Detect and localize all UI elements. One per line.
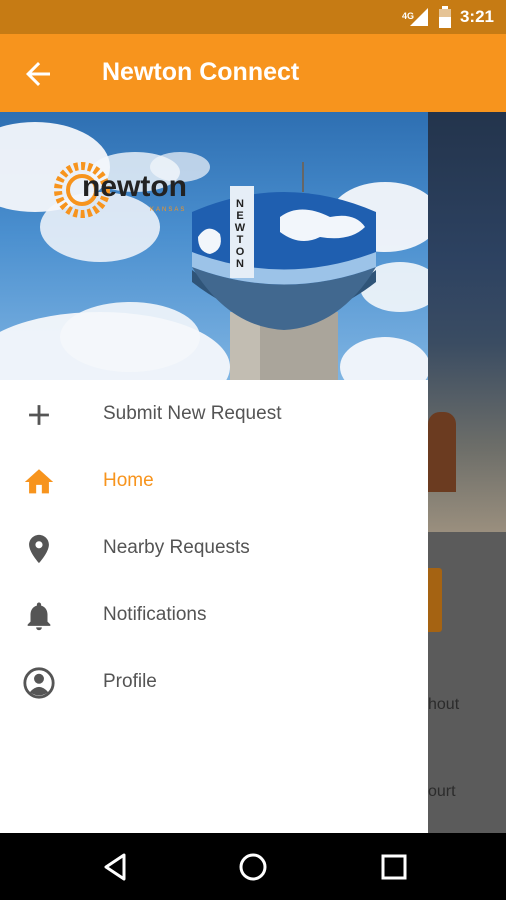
statue-image bbox=[428, 412, 456, 492]
home-circle-icon[interactable] bbox=[237, 851, 269, 883]
menu-item-label: Submit New Request bbox=[103, 403, 282, 424]
back-arrow-icon[interactable] bbox=[20, 56, 56, 92]
menu-item-label: Nearby Requests bbox=[103, 537, 250, 558]
menu-item-home[interactable]: Home bbox=[0, 447, 428, 514]
logo-wordmark: newton bbox=[82, 170, 187, 203]
drawer-menu: Submit New Request Home Nearby Requests … bbox=[0, 380, 428, 715]
menu-item-profile[interactable]: Profile bbox=[0, 648, 428, 715]
tower-lettering: NEWTON bbox=[234, 198, 246, 270]
menu-item-nearby-requests[interactable]: Nearby Requests bbox=[0, 514, 428, 581]
main-action-button bbox=[428, 568, 442, 632]
menu-item-label: Notifications bbox=[103, 604, 207, 625]
water-tower-image bbox=[192, 162, 376, 380]
navigation-drawer: NEWTON newton KANSAS Submit New Request bbox=[0, 112, 428, 833]
recents-square-icon[interactable] bbox=[378, 851, 410, 883]
logo-subtitle: KANSAS bbox=[150, 207, 187, 213]
home-icon bbox=[22, 465, 56, 499]
app-title: Newton Connect bbox=[102, 58, 300, 86]
clock: 3:21 bbox=[459, 7, 494, 26]
signal-icon: 4G bbox=[401, 6, 430, 28]
menu-item-label: Profile bbox=[103, 671, 157, 692]
main-content-scrim[interactable]: hout ourt bbox=[428, 112, 506, 833]
newton-logo: newton KANSAS bbox=[50, 152, 200, 232]
app-bar: Newton Connect bbox=[0, 34, 506, 112]
location-pin-icon bbox=[22, 532, 56, 566]
main-text-2: ourt bbox=[428, 783, 456, 800]
main-text-1: hout bbox=[428, 696, 460, 713]
bell-icon bbox=[22, 599, 56, 633]
status-bar: 4G 3:21 bbox=[0, 0, 506, 34]
system-navigation-bar bbox=[0, 833, 506, 900]
network-type: 4G bbox=[401, 11, 414, 21]
menu-item-notifications[interactable]: Notifications bbox=[0, 581, 428, 648]
menu-item-label: Home bbox=[103, 470, 154, 491]
account-circle-icon bbox=[22, 666, 56, 700]
plus-icon bbox=[22, 398, 56, 432]
battery-icon bbox=[438, 6, 452, 28]
menu-item-submit-new-request[interactable]: Submit New Request bbox=[0, 380, 428, 447]
drawer-header-image: NEWTON newton KANSAS bbox=[0, 112, 428, 380]
back-triangle-icon[interactable] bbox=[100, 851, 132, 883]
